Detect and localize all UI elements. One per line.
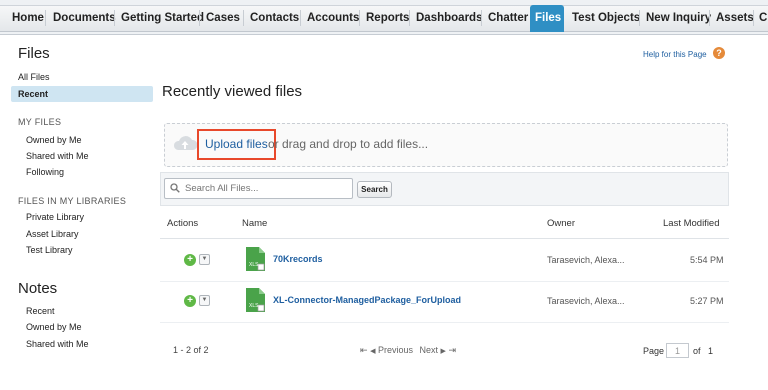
file-last-modified: 5:54 PM: [690, 255, 724, 265]
pagination-nav: ⇤ ◀ Previous Next ▶ ⇥: [360, 345, 456, 356]
file-owner[interactable]: Tarasevich, Alexa...: [547, 296, 625, 306]
help-link[interactable]: Help for this Page: [643, 50, 707, 59]
tab-dashboards[interactable]: Dashboards: [416, 5, 482, 32]
tab-cases[interactable]: Cases: [206, 5, 240, 32]
file-name-link[interactable]: XL-Connector-ManagedPackage_ForUpload: [273, 295, 461, 305]
column-header-actions: Actions: [167, 218, 199, 229]
page-label: Page: [643, 346, 665, 356]
tab-divider: [199, 10, 200, 26]
sidebar-heading-my-files: MY FILES: [18, 117, 62, 127]
column-header-name[interactable]: Name: [242, 218, 267, 229]
sidebar-item-shared-with-me[interactable]: Shared with Me: [26, 151, 89, 161]
total-pages: 1: [708, 346, 714, 356]
last-page-icon[interactable]: ⇥: [448, 345, 456, 355]
column-header-owner[interactable]: Owner: [547, 218, 575, 229]
tab-divider: [709, 10, 710, 26]
svg-text:XLS: XLS: [249, 303, 259, 309]
plus-icon[interactable]: +: [184, 254, 196, 266]
record-count: 1 - 2 of 2: [173, 345, 209, 355]
cloud-upload-icon: [173, 136, 198, 150]
sidebar-item-all-files[interactable]: All Files: [18, 72, 50, 82]
tab-accounts[interactable]: Accounts: [307, 5, 359, 32]
sidebar-item-recent[interactable]: Recent: [11, 86, 153, 102]
tab-getting-started[interactable]: Getting Started: [121, 5, 204, 32]
tab-divider: [45, 10, 46, 26]
tab-divider: [243, 10, 244, 26]
page-title: Recently viewed files: [162, 83, 303, 100]
tab-divider: [639, 10, 640, 26]
file-owner[interactable]: Tarasevich, Alexa...: [547, 255, 625, 265]
file-last-modified: 5:27 PM: [690, 296, 724, 306]
file-name-link[interactable]: 70Krecords: [273, 254, 323, 264]
page-number-input[interactable]: [666, 343, 689, 358]
tab-divider: [114, 10, 115, 26]
tab-reports[interactable]: Reports: [366, 5, 409, 32]
plus-icon[interactable]: +: [184, 295, 196, 307]
first-page-icon[interactable]: ⇤: [360, 345, 368, 355]
tab-documents[interactable]: Documents: [53, 5, 116, 32]
sidebar-item-following[interactable]: Following: [26, 167, 64, 177]
tab-chatter[interactable]: Chatter: [488, 5, 528, 32]
page-total: of 1: [693, 346, 713, 356]
upload-files-link[interactable]: Upload files: [205, 137, 268, 151]
tab-contacts[interactable]: Contacts: [250, 5, 299, 32]
tab-overflow[interactable]: C: [759, 5, 767, 32]
excel-file-icon: XLS: [246, 288, 265, 312]
tab-new-inquiry[interactable]: New Inquiry: [646, 5, 711, 32]
tab-divider: [481, 10, 482, 26]
tab-test-objects[interactable]: Test Objects: [572, 5, 640, 32]
header-divider: [160, 238, 729, 239]
tab-files[interactable]: Files: [530, 5, 564, 32]
sidebar-heading-libraries: FILES IN MY LIBRARIES: [18, 196, 127, 206]
previous-link[interactable]: Previous: [378, 345, 413, 355]
search-button[interactable]: Search: [357, 181, 392, 198]
chevron-down-icon[interactable]: ▼: [199, 295, 210, 306]
sidebar-notes-title: Notes: [18, 280, 58, 297]
sidebar-item-notes-shared[interactable]: Shared with Me: [26, 339, 89, 349]
tab-divider: [409, 10, 410, 26]
next-arrow-icon[interactable]: ▶: [441, 348, 446, 355]
excel-file-icon: XLS: [246, 247, 265, 271]
page-of-label: of: [693, 346, 701, 356]
tab-divider: [359, 10, 360, 26]
column-header-last-modified[interactable]: Last Modified: [663, 218, 720, 229]
tab-home[interactable]: Home: [12, 5, 44, 32]
row-divider: [160, 281, 729, 282]
sidebar-item-test-library[interactable]: Test Library: [26, 245, 73, 255]
next-link[interactable]: Next: [420, 345, 439, 355]
tab-divider: [753, 10, 754, 26]
search-input[interactable]: [164, 178, 353, 199]
tab-divider: [300, 10, 301, 26]
tab-assets[interactable]: Assets: [716, 5, 754, 32]
svg-text:XLS: XLS: [249, 262, 259, 268]
sidebar-item-notes-owned[interactable]: Owned by Me: [26, 322, 82, 332]
previous-arrow-icon[interactable]: ◀: [370, 348, 375, 355]
row-divider: [160, 322, 729, 323]
sidebar-item-private-library[interactable]: Private Library: [26, 212, 84, 222]
sidebar-item-notes-recent[interactable]: Recent: [26, 306, 55, 316]
search-icon: [170, 183, 180, 193]
upload-instructions: or drag and drop to add files...: [268, 137, 429, 151]
sidebar-item-asset-library[interactable]: Asset Library: [26, 229, 79, 239]
sidebar-item-owned-by-me[interactable]: Owned by Me: [26, 135, 82, 145]
help-icon[interactable]: ?: [713, 47, 725, 59]
sidebar-files-title: Files: [18, 45, 50, 62]
chevron-down-icon[interactable]: ▼: [199, 254, 210, 265]
